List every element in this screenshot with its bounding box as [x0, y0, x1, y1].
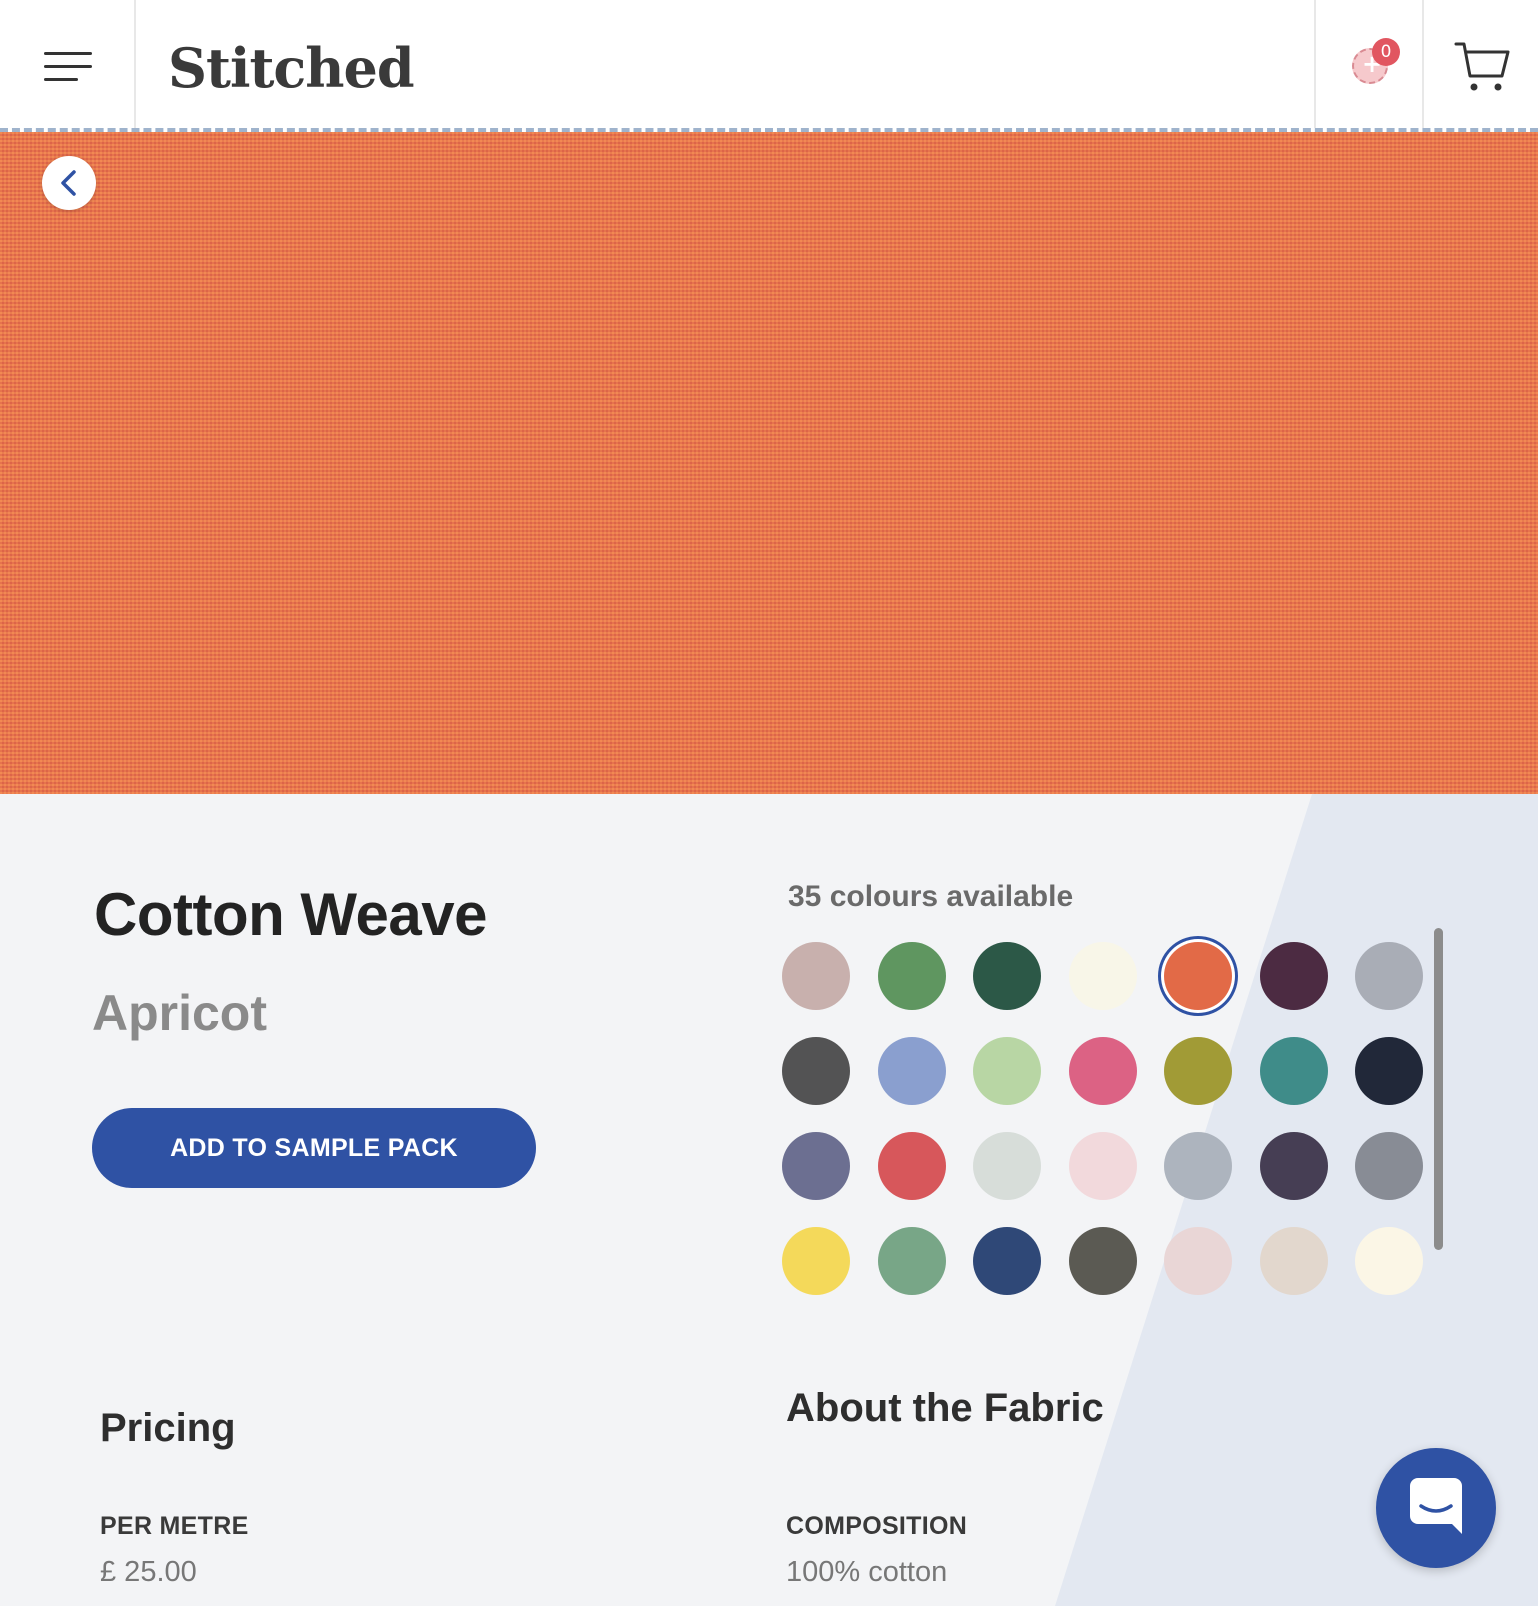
colour-swatch[interactable]: [1069, 942, 1137, 1010]
colour-swatch[interactable]: [1355, 1037, 1423, 1105]
colour-swatch[interactable]: [1260, 942, 1328, 1010]
colour-swatch[interactable]: [1164, 1132, 1232, 1200]
colour-swatch[interactable]: [1355, 1132, 1423, 1200]
colour-swatch[interactable]: [782, 942, 850, 1010]
colour-swatch[interactable]: [1069, 1227, 1137, 1295]
composition-value: 100% cotton: [786, 1556, 948, 1588]
per-metre-label: PER METRE: [100, 1512, 249, 1540]
colour-swatch[interactable]: [973, 1227, 1041, 1295]
swatch-scrollbar[interactable]: [1434, 928, 1443, 1250]
cart-icon: [1454, 42, 1510, 91]
colour-swatch[interactable]: [1164, 942, 1232, 1010]
colour-swatch[interactable]: [782, 1132, 850, 1200]
product-colour-name: Apricot: [92, 985, 267, 1041]
chevron-left-icon: [61, 170, 76, 196]
per-metre-price: £ 25.00: [100, 1556, 197, 1588]
fabric-hero-image: [0, 132, 1538, 794]
chat-launcher-button[interactable]: [1376, 1448, 1496, 1568]
colour-swatch[interactable]: [878, 1037, 946, 1105]
colour-swatch[interactable]: [1069, 1132, 1137, 1200]
menu-button[interactable]: [0, 0, 136, 128]
chat-icon: [1410, 1478, 1462, 1534]
colour-swatch[interactable]: [1355, 1227, 1423, 1295]
colour-swatch[interactable]: [782, 1037, 850, 1105]
add-to-sample-pack-button[interactable]: ADD TO SAMPLE PACK: [92, 1108, 536, 1188]
site-header: Stitched 0: [0, 0, 1538, 132]
colour-swatch[interactable]: [1260, 1227, 1328, 1295]
colour-swatch[interactable]: [973, 1132, 1041, 1200]
colour-swatch[interactable]: [1069, 1037, 1137, 1105]
product-name: Cotton Weave: [94, 881, 487, 948]
colour-swatch[interactable]: [878, 942, 946, 1010]
pricing-heading: Pricing: [100, 1406, 236, 1450]
hamburger-menu-icon: [44, 52, 92, 82]
sample-pack-button[interactable]: 0: [1314, 0, 1424, 128]
back-button[interactable]: [42, 156, 96, 210]
colour-swatch[interactable]: [878, 1227, 946, 1295]
colours-available-label: 35 colours available: [788, 880, 1074, 913]
cart-button[interactable]: [1424, 0, 1538, 128]
sample-pack-count-badge: 0: [1372, 38, 1400, 66]
colour-swatch[interactable]: [1355, 942, 1423, 1010]
colour-swatch[interactable]: [1164, 1227, 1232, 1295]
composition-label: COMPOSITION: [786, 1512, 968, 1540]
colour-swatch[interactable]: [1260, 1037, 1328, 1105]
colour-swatch-grid: [782, 942, 1432, 1302]
about-fabric-heading: About the Fabric: [786, 1386, 1104, 1430]
colour-swatch[interactable]: [1260, 1132, 1328, 1200]
colour-swatch[interactable]: [973, 1037, 1041, 1105]
colour-swatch[interactable]: [782, 1227, 850, 1295]
site-logo[interactable]: Stitched: [168, 36, 415, 100]
colour-swatch[interactable]: [1164, 1037, 1232, 1105]
product-details-section: Cotton Weave Apricot ADD TO SAMPLE PACK …: [0, 794, 1538, 1606]
colour-swatch[interactable]: [878, 1132, 946, 1200]
colour-swatch[interactable]: [973, 942, 1041, 1010]
